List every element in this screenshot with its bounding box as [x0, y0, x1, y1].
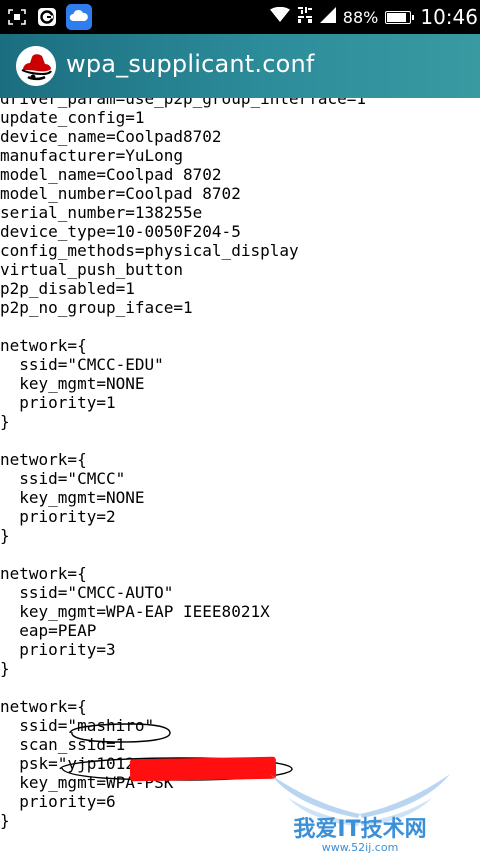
file-line: network={: [0, 450, 87, 469]
watermark-logo: 我爱IT技术网 www.52ij.com: [270, 774, 450, 854]
file-line: config_methods=physical_display: [0, 241, 299, 260]
file-line: }: [0, 526, 10, 545]
redhat-app-icon[interactable]: [16, 46, 56, 86]
file-line: priority=1: [0, 393, 116, 412]
file-line: priority=2: [0, 507, 116, 526]
clock: 10:46: [420, 5, 478, 29]
file-line: ssid="CMCC-EDU": [0, 355, 164, 374]
battery-level: [387, 12, 406, 22]
cloud-app-icon: [66, 4, 92, 30]
file-line: ssid="CMCC": [0, 469, 126, 488]
file-line: network={: [0, 697, 87, 716]
file-line: device_name=Coolpad8702: [0, 127, 222, 146]
file-line: model_name=Coolpad 8702: [0, 165, 222, 184]
file-line: key_mgmt=NONE: [0, 488, 145, 507]
file-line: network={: [0, 564, 87, 583]
file-line: network={: [0, 336, 87, 355]
screenshot-icon: [6, 6, 28, 28]
status-indicators: 88% 10:46: [269, 0, 478, 34]
file-line: }: [0, 412, 10, 431]
file-line: p2p_no_group_iface=1: [0, 298, 193, 317]
watermark-title: 我爱IT技术网: [293, 817, 426, 842]
file-line: virtual_push_button: [0, 260, 184, 279]
file-line: p2p_disabled=1: [0, 279, 135, 298]
file-line: manufacturer=YuLong: [0, 146, 184, 165]
file-line: key_mgmt=WPA-EAP IEEE8021X: [0, 602, 270, 621]
file-line: device_type=10-0050F204-5: [0, 222, 241, 241]
signal-icon: [319, 7, 336, 27]
notification-icons: [6, 4, 92, 30]
watermark-url: www.52ij.com: [322, 841, 399, 854]
file-line: ssid="CMCC-AUTO": [0, 583, 174, 602]
file-title: wpa_supplicant.conf: [66, 50, 315, 78]
status-bar: 88% 10:46: [0, 0, 480, 34]
battery-icon: [385, 10, 415, 24]
mobile-data-icon: [297, 6, 313, 28]
battery-percent: 88%: [342, 7, 379, 27]
file-line: }: [0, 659, 10, 678]
action-bar: wpa_supplicant.conf: [0, 34, 480, 98]
wifi-icon: [269, 6, 290, 27]
file-line: serial_number=138255e: [0, 203, 203, 222]
file-line: priority=3: [0, 640, 116, 659]
file-line: update_config=1: [0, 108, 145, 127]
ssid-scribble: [69, 723, 171, 743]
file-line: key_mgmt=NONE: [0, 374, 145, 393]
file-line: eap=PEAP: [0, 621, 97, 640]
shield-app-icon: [36, 6, 58, 28]
file-line: model_number=Coolpad 8702: [0, 184, 241, 203]
